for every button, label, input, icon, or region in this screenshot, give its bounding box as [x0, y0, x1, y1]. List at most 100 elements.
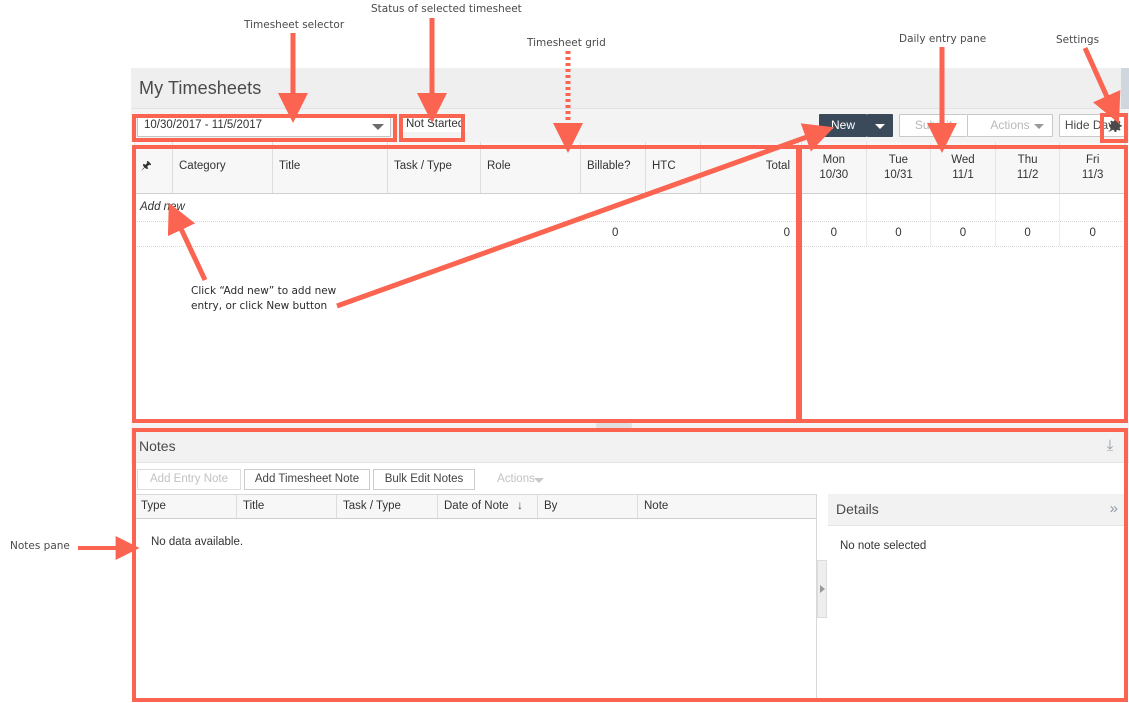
annotation-label-timesheet-grid: Timesheet grid: [527, 37, 606, 49]
day-header-thu[interactable]: Thu 11/2: [996, 142, 1061, 193]
details-empty-message: No note selected: [840, 540, 927, 552]
actions-button-label: Actions: [990, 118, 1030, 132]
column-header-total[interactable]: Total: [701, 142, 798, 193]
day-cell[interactable]: [996, 194, 1061, 221]
notes-column-header-task-type[interactable]: Task / Type: [337, 495, 438, 518]
entry-grid: 🖈 Category Title Task / Type Role Billab…: [134, 142, 799, 421]
notes-pane: Notes ⤓ Add Entry Note Add Timesheet Not…: [131, 430, 1129, 703]
daily-grid-totals-row: 0 0 0 0 0: [802, 222, 1125, 247]
chevron-double-down-icon[interactable]: ⤓: [1101, 437, 1119, 455]
day-name: Thu: [1017, 154, 1038, 166]
annotation-label-settings: Settings: [1056, 34, 1100, 46]
day-total-cell: 0: [867, 222, 932, 246]
gear-icon: [1109, 119, 1122, 132]
details-pane: Details » No note selected: [828, 494, 1126, 699]
notes-table-header-row: Type Title Task / Type Date of Note ↓ By…: [135, 495, 816, 519]
column-header-htc[interactable]: HTC: [646, 142, 701, 193]
pin-icon: 🖈: [141, 160, 152, 172]
notes-details-splitter[interactable]: [817, 560, 827, 618]
day-total-cell: 0: [931, 222, 996, 246]
day-date: 11/2: [1016, 169, 1039, 181]
day-name: Tue: [888, 154, 909, 166]
day-header-mon[interactable]: Mon 10/30: [802, 142, 867, 193]
new-dropdown-button[interactable]: [867, 114, 893, 137]
add-timesheet-note-button[interactable]: Add Timesheet Note: [244, 469, 370, 490]
column-header-pin[interactable]: 🖈: [135, 142, 173, 193]
notes-table: Type Title Task / Type Date of Note ↓ By…: [134, 494, 817, 699]
chevron-down-icon: [875, 124, 885, 129]
notes-column-header-date-of-note[interactable]: Date of Note ↓: [438, 495, 538, 518]
page-title: My Timesheets: [139, 78, 262, 98]
details-pane-header: Details »: [828, 494, 1126, 526]
column-header-role[interactable]: Role: [481, 142, 581, 193]
day-total-value: 0: [959, 227, 967, 239]
day-cell[interactable]: [867, 194, 932, 221]
day-total-value: 0: [1089, 227, 1096, 239]
day-total-value: 0: [1024, 227, 1031, 239]
day-cell[interactable]: [802, 194, 867, 221]
window-titlebar: My Timesheets: [131, 68, 1129, 109]
annotation-label-daily-entry-pane: Daily entry pane: [899, 33, 987, 45]
main-toolbar: 10/30/2017 - 11/5/2017 Not Started New S…: [131, 109, 1129, 142]
notes-column-header-note[interactable]: Note: [638, 495, 816, 518]
chevron-down-icon: [534, 478, 544, 483]
daily-entry-pane: Mon 10/30 Tue 10/31 Wed 11/1 Thu 11/2 Fr…: [801, 142, 1126, 421]
day-header-fri[interactable]: Fri 11/3: [1060, 142, 1125, 193]
day-cell[interactable]: [931, 194, 996, 221]
grid-notes-splitter[interactable]: [131, 421, 1129, 430]
column-header-category[interactable]: Category: [173, 142, 273, 193]
chevron-right-icon: [820, 585, 825, 593]
chevron-down-icon: [1034, 124, 1044, 129]
notes-pane-header: Notes ⤓: [131, 430, 1129, 463]
day-total-value: 0: [895, 227, 902, 239]
day-total-cell: 0: [802, 222, 867, 246]
notes-actions-label: Actions: [497, 473, 535, 485]
column-header-task-type[interactable]: Task / Type: [388, 142, 481, 193]
add-entry-note-button[interactable]: Add Entry Note: [137, 469, 241, 490]
bulk-edit-notes-button[interactable]: Bulk Edit Notes: [373, 469, 475, 490]
notes-toolbar: Add Entry Note Add Timesheet Note Bulk E…: [131, 463, 1129, 493]
notes-column-header-title[interactable]: Title: [237, 495, 337, 518]
annotation-label-timesheet-selector: Timesheet selector: [244, 19, 345, 31]
day-date: 11/1: [952, 169, 974, 181]
window-scrollbar[interactable]: [1121, 68, 1129, 109]
new-button[interactable]: New: [819, 114, 867, 137]
notes-column-header-type[interactable]: Type: [135, 495, 237, 518]
entry-grid-header-row: 🖈 Category Title Task / Type Role Billab…: [135, 142, 798, 194]
submit-button[interactable]: Submit: [899, 114, 967, 137]
settings-button[interactable]: [1102, 113, 1128, 139]
daily-grid-header-row: Mon 10/30 Tue 10/31 Wed 11/1 Thu 11/2 Fr…: [802, 142, 1125, 194]
day-name: Wed: [951, 154, 975, 166]
notes-pane-title: Notes: [139, 438, 176, 454]
day-date: 11/3: [1081, 169, 1104, 181]
notes-actions-button[interactable]: Actions: [478, 469, 554, 490]
column-header-billable[interactable]: Billable?: [581, 142, 646, 193]
day-cell[interactable]: [1060, 194, 1125, 221]
totals-total-value: 0: [783, 227, 790, 239]
timesheet-grid-area: 🖈 Category Title Task / Type Role Billab…: [131, 142, 1129, 421]
timesheet-period-selector[interactable]: 10/30/2017 - 11/5/2017: [137, 114, 391, 137]
entry-grid-totals-row: 0 0: [135, 222, 798, 247]
day-header-tue[interactable]: Tue 10/31: [867, 142, 932, 193]
day-name: Fri: [1085, 154, 1100, 166]
annotation-label-notes-pane: Notes pane: [10, 540, 70, 552]
day-total-cell: 0: [996, 222, 1061, 246]
splitter-handle[interactable]: [596, 423, 632, 428]
day-name: Mon: [822, 154, 845, 166]
chevron-down-icon: [372, 124, 384, 130]
add-new-row[interactable]: Add new: [135, 194, 798, 222]
day-date: 10/31: [884, 169, 913, 181]
actions-button[interactable]: Actions: [967, 114, 1053, 137]
status-badge: Not Started: [403, 116, 468, 132]
column-header-title[interactable]: Title: [273, 142, 388, 193]
totals-htc-value: 0: [612, 227, 619, 239]
daily-grid-add-row[interactable]: [802, 194, 1125, 222]
details-pane-title: Details: [836, 501, 879, 517]
day-date: 10/30: [819, 169, 849, 181]
day-total-value: 0: [830, 227, 837, 239]
notes-column-header-by[interactable]: By: [538, 495, 638, 518]
notes-empty-message: No data available.: [151, 536, 244, 548]
chevron-double-right-icon[interactable]: »: [1110, 501, 1118, 517]
add-new-label: Add new: [140, 201, 185, 213]
day-header-wed[interactable]: Wed 11/1: [931, 142, 996, 193]
